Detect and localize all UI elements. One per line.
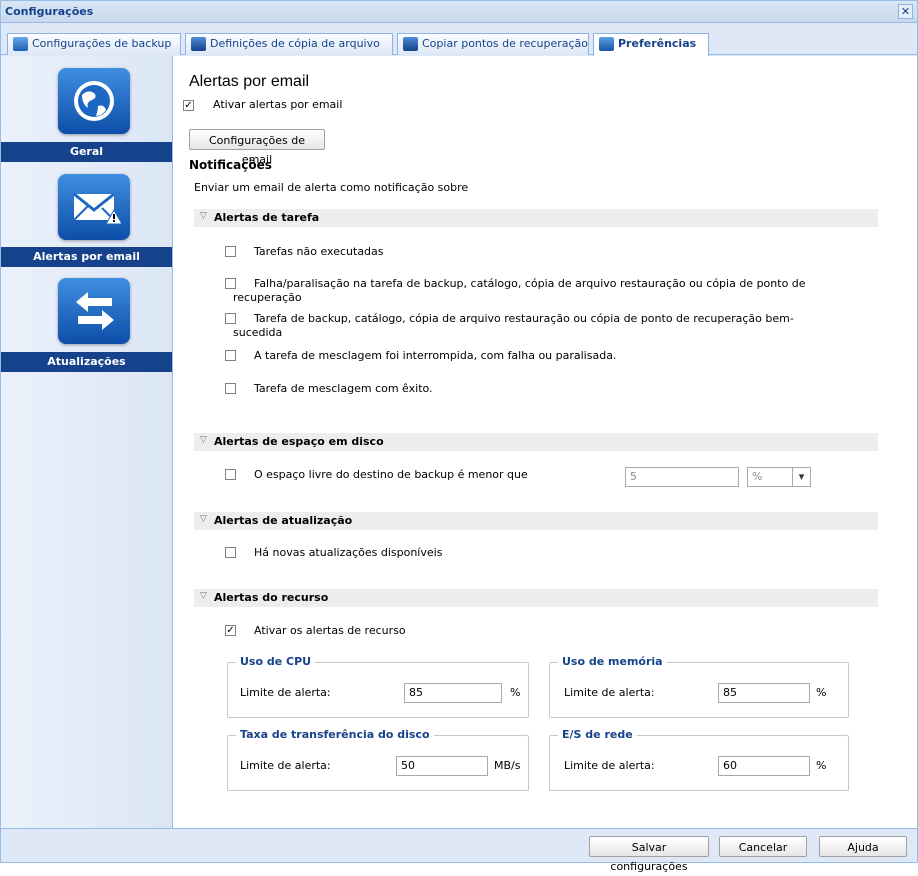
enable-email-alerts-checkbox[interactable]: ✓ <box>183 100 194 111</box>
notifications-description: Enviar um email de alerta como notificaç… <box>194 181 469 194</box>
recovery-points-icon <box>403 37 418 51</box>
network-io-group: E/S de rede Limite de alerta: 60 % <box>549 728 849 791</box>
job-success-checkbox[interactable] <box>225 313 236 324</box>
sidebar: Geral Alertas por email Atualizações <box>1 56 173 828</box>
title-bar: Configurações ✕ <box>1 1 917 23</box>
preferences-icon <box>599 37 614 51</box>
settings-window: Configurações ✕ Configurações de backup … <box>0 0 918 873</box>
cancel-button[interactable]: Cancelar <box>719 836 807 857</box>
job-success-label: Tarefa de backup, catálogo, cópia de arq… <box>254 312 794 325</box>
collapse-icon: ▽ <box>200 211 207 221</box>
low-disk-space-label: O espaço livre do destino de backup é me… <box>254 468 528 481</box>
section-disk-space-alerts[interactable]: ▽ Alertas de espaço em disco <box>194 433 878 451</box>
enable-resource-alerts-label: Ativar os alertas de recurso <box>254 624 406 637</box>
backup-settings-icon <box>13 37 28 51</box>
arrows-icon <box>76 292 114 330</box>
tab-label: Definições de cópia de arquivo <box>210 37 380 50</box>
tab-label: Copiar pontos de recuperação <box>422 37 589 50</box>
sidebar-item-general[interactable] <box>58 68 130 134</box>
tab-label: Configurações de backup <box>32 37 172 50</box>
sidebar-item-email-alerts-label[interactable]: Alertas por email <box>1 247 172 267</box>
memory-usage-legend: Uso de memória <box>558 655 667 668</box>
file-copy-icon <box>191 37 206 51</box>
cpu-unit: % <box>510 686 521 699</box>
disk-throughput-threshold-input[interactable]: 50 <box>396 756 488 776</box>
merge-success-checkbox[interactable] <box>225 383 236 394</box>
tab-bar: Configurações de backup Definições de có… <box>1 24 917 56</box>
cpu-usage-group: Uso de CPU Limite de alerta: 85 % <box>227 655 529 718</box>
memory-threshold-label: Limite de alerta: <box>564 686 655 699</box>
cpu-threshold-label: Limite de alerta: <box>240 686 331 699</box>
cpu-usage-legend: Uso de CPU <box>236 655 316 668</box>
low-disk-space-checkbox[interactable] <box>225 469 236 480</box>
globe-icon <box>74 81 114 121</box>
job-success-label-cont: sucedida <box>233 326 283 339</box>
disk-unit-value: % <box>752 470 763 483</box>
memory-unit: % <box>816 686 827 699</box>
collapse-icon: ▽ <box>200 591 207 601</box>
close-icon[interactable]: ✕ <box>898 4 913 19</box>
tab-copy-recovery-points[interactable]: Copiar pontos de recuperação <box>397 33 589 55</box>
job-not-run-label: Tarefas não executadas <box>254 245 384 258</box>
disk-throughput-group: Taxa de transferência do disco Limite de… <box>227 728 529 791</box>
job-failure-label: Falha/paralisação na tarefa de backup, c… <box>254 277 806 290</box>
section-resource-alerts[interactable]: ▽ Alertas do recurso <box>194 589 878 607</box>
network-threshold-label: Limite de alerta: <box>564 759 655 772</box>
tab-file-copy-settings[interactable]: Definições de cópia de arquivo <box>185 33 393 55</box>
section-title: Alertas de atualização <box>214 514 353 527</box>
enable-email-alerts-label: Ativar alertas por email <box>213 98 343 111</box>
cpu-threshold-input[interactable]: 85 <box>404 683 502 703</box>
new-updates-label: Há novas atualizações disponíveis <box>254 546 443 559</box>
sidebar-item-updates-label[interactable]: Atualizações <box>1 352 172 372</box>
job-failure-label-cont: recuperação <box>233 291 302 304</box>
help-button[interactable]: Ajuda <box>819 836 907 857</box>
sidebar-item-updates[interactable] <box>58 278 130 344</box>
section-title: Alertas de tarefa <box>214 211 320 224</box>
tab-label: Preferências <box>618 37 697 50</box>
merge-success-label: Tarefa de mesclagem com êxito. <box>254 382 433 395</box>
section-title: Alertas de espaço em disco <box>214 435 384 448</box>
section-job-alerts[interactable]: ▽ Alertas de tarefa <box>194 209 878 227</box>
page-title: Alertas por email <box>189 73 310 90</box>
disk-throughput-threshold-label: Limite de alerta: <box>240 759 331 772</box>
disk-throughput-legend: Taxa de transferência do disco <box>236 728 434 741</box>
merge-interrupted-label: A tarefa de mesclagem foi interrompida, … <box>254 349 617 362</box>
email-alert-icon <box>73 192 123 225</box>
main-content: Alertas por email ✓ Ativar alertas por e… <box>173 56 917 828</box>
save-settings-button[interactable]: Salvar configurações <box>589 836 709 873</box>
section-update-alerts[interactable]: ▽ Alertas de atualização <box>194 512 878 530</box>
network-threshold-input[interactable]: 60 <box>718 756 810 776</box>
sidebar-item-email-alerts[interactable] <box>58 174 130 240</box>
memory-threshold-input[interactable]: 85 <box>718 683 810 703</box>
email-settings-button[interactable]: Configurações de email <box>189 129 325 166</box>
tab-preferences[interactable]: Preferências <box>593 33 709 56</box>
job-not-run-checkbox[interactable] <box>225 246 236 257</box>
chevron-down-icon[interactable]: ▾ <box>792 468 810 486</box>
tab-backup-settings[interactable]: Configurações de backup <box>7 33 181 55</box>
network-io-legend: E/S de rede <box>558 728 637 741</box>
memory-usage-group: Uso de memória Limite de alerta: 85 % <box>549 655 849 718</box>
new-updates-checkbox[interactable] <box>225 547 236 558</box>
network-unit: % <box>816 759 827 772</box>
job-failure-checkbox[interactable] <box>225 278 236 289</box>
collapse-icon: ▽ <box>200 435 207 445</box>
collapse-icon: ▽ <box>200 514 207 524</box>
disk-unit-select[interactable]: % ▾ <box>747 467 811 487</box>
window-title: Configurações <box>5 5 94 18</box>
sidebar-item-general-label[interactable]: Geral <box>1 142 172 162</box>
enable-resource-alerts-checkbox[interactable]: ✓ <box>225 625 236 636</box>
disk-throughput-unit: MB/s <box>494 759 521 772</box>
section-title: Alertas do recurso <box>214 591 329 604</box>
notifications-heading: Notificações <box>189 158 272 172</box>
disk-threshold-input[interactable]: 5 <box>625 467 739 487</box>
dialog-footer: Salvar configurações Cancelar Ajuda <box>1 828 917 873</box>
merge-interrupted-checkbox[interactable] <box>225 350 236 361</box>
